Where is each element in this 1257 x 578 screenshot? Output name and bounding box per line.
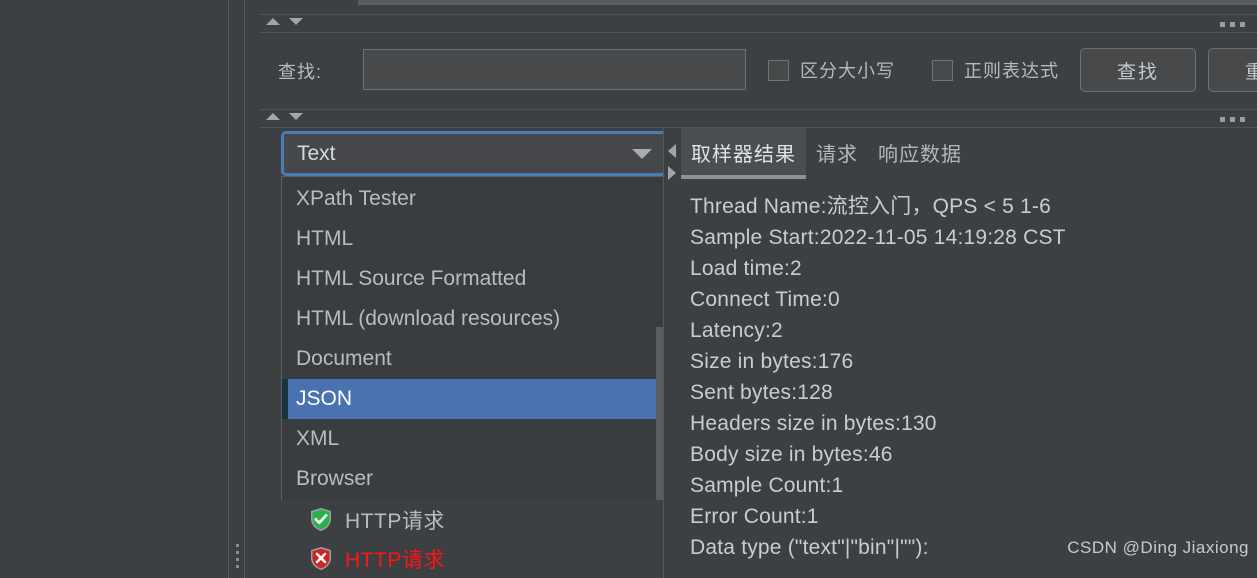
case-sensitive-checkbox[interactable]: 区分大小写 — [768, 57, 895, 83]
dropdown-option-selected[interactable]: JSON — [282, 379, 671, 419]
result-line: Size in bytes:176 — [690, 350, 854, 373]
renderer-dropdown-list[interactable]: XPath Tester HTML HTML Source Formatted … — [281, 176, 672, 527]
result-line: Sent bytes:128 — [690, 381, 833, 404]
tree-item-http-request-error[interactable]: HTTP请求 — [281, 539, 672, 578]
sampler-tree: HTTP请求 HTTP请求 — [281, 500, 672, 578]
collapse-arrows-top[interactable] — [266, 18, 303, 25]
tab-sampler-result[interactable]: 取样器结果 — [681, 128, 806, 179]
renderer-combobox-value: Text — [297, 141, 336, 165]
result-line: Sample Count:1 — [690, 474, 844, 497]
chevron-up-icon[interactable] — [266, 113, 280, 120]
divider-dots-icon-bottom[interactable] — [1220, 117, 1245, 122]
dropdown-option[interactable]: Browser — [282, 459, 671, 499]
dropdown-option[interactable]: HTML Source Formatted — [282, 259, 671, 299]
chevron-right-icon[interactable] — [668, 166, 676, 180]
collapse-divider-bottom[interactable] — [260, 109, 1257, 128]
search-toolbar: 查找: 区分大小写 正则表达式 查找 重置 — [260, 34, 1257, 108]
result-tab-bar[interactable]: 取样器结果 请求 响应数据 — [681, 128, 972, 179]
result-line: Sample Start:2022-11-05 14:19:28 CST — [690, 226, 1066, 249]
tab-response-data[interactable]: 响应数据 — [868, 128, 972, 169]
tree-item-http-request-success[interactable]: HTTP请求 — [281, 500, 672, 539]
split-pane-arrows[interactable] — [663, 128, 682, 578]
collapse-arrows-bottom[interactable] — [266, 113, 303, 120]
dropdown-option[interactable]: HTML (download resources) — [282, 299, 671, 339]
top-strip — [358, 0, 1257, 5]
sampler-result-panel: 取样器结果 请求 响应数据 Thread Name:流控入门，QPS < 5 1… — [681, 128, 1257, 578]
case-sensitive-label: 区分大小写 — [800, 61, 895, 81]
left-empty-panel — [0, 0, 228, 578]
vertical-splitter[interactable] — [228, 0, 245, 578]
top-strip-left — [245, 0, 358, 5]
checkbox-icon-case[interactable] — [768, 59, 789, 81]
reset-button[interactable]: 重置 — [1208, 48, 1257, 92]
result-line: Load time:2 — [690, 257, 802, 280]
regex-label: 正则表达式 — [964, 61, 1059, 81]
tree-item-label: HTTP请求 — [345, 509, 445, 533]
chevron-left-icon[interactable] — [668, 144, 676, 158]
search-input[interactable] — [363, 49, 746, 90]
result-line: Headers size in bytes:130 — [690, 412, 937, 435]
renderer-and-tree-panel: Text XPath Tester HTML HTML Source Forma… — [260, 128, 672, 578]
shield-check-icon — [311, 508, 331, 531]
splitter-grip-icon[interactable] — [236, 544, 239, 572]
lower-split-area: Text XPath Tester HTML HTML Source Forma… — [260, 128, 1257, 578]
watermark: CSDN @Ding Jiaxiong — [1067, 538, 1249, 557]
result-line: Error Count:1 — [690, 505, 819, 528]
search-label: 查找: — [278, 62, 323, 82]
result-line: Body size in bytes:46 — [690, 443, 893, 466]
chevron-up-icon[interactable] — [266, 18, 280, 25]
regex-checkbox[interactable]: 正则表达式 — [932, 57, 1059, 83]
dropdown-option[interactable]: XML — [282, 419, 671, 459]
dropdown-option[interactable]: Document — [282, 339, 671, 379]
shield-error-icon — [311, 547, 331, 570]
chevron-down-icon[interactable] — [632, 148, 652, 159]
dropdown-option[interactable]: XPath Tester — [282, 179, 671, 219]
right-panel: 查找: 区分大小写 正则表达式 查找 重置 Text — [245, 0, 1257, 578]
find-button[interactable]: 查找 — [1080, 48, 1196, 92]
tab-request[interactable]: 请求 — [806, 128, 868, 169]
collapse-divider-top[interactable] — [260, 14, 1257, 33]
renderer-combobox[interactable]: Text — [281, 131, 672, 176]
sampler-result-text[interactable]: Thread Name:流控入门，QPS < 5 1-6 Sample Star… — [681, 179, 1257, 578]
result-line: Latency:2 — [690, 319, 783, 342]
checkbox-icon-regex[interactable] — [932, 59, 953, 81]
result-line: Thread Name:流控入门，QPS < 5 1-6 — [690, 195, 1051, 218]
divider-dots-icon-top[interactable] — [1220, 22, 1245, 27]
result-line: Connect Time:0 — [690, 288, 840, 311]
tree-item-label: HTTP请求 — [345, 548, 445, 572]
chevron-down-icon[interactable] — [289, 18, 303, 25]
dropdown-option[interactable]: HTML — [282, 219, 671, 259]
chevron-down-icon[interactable] — [289, 113, 303, 120]
